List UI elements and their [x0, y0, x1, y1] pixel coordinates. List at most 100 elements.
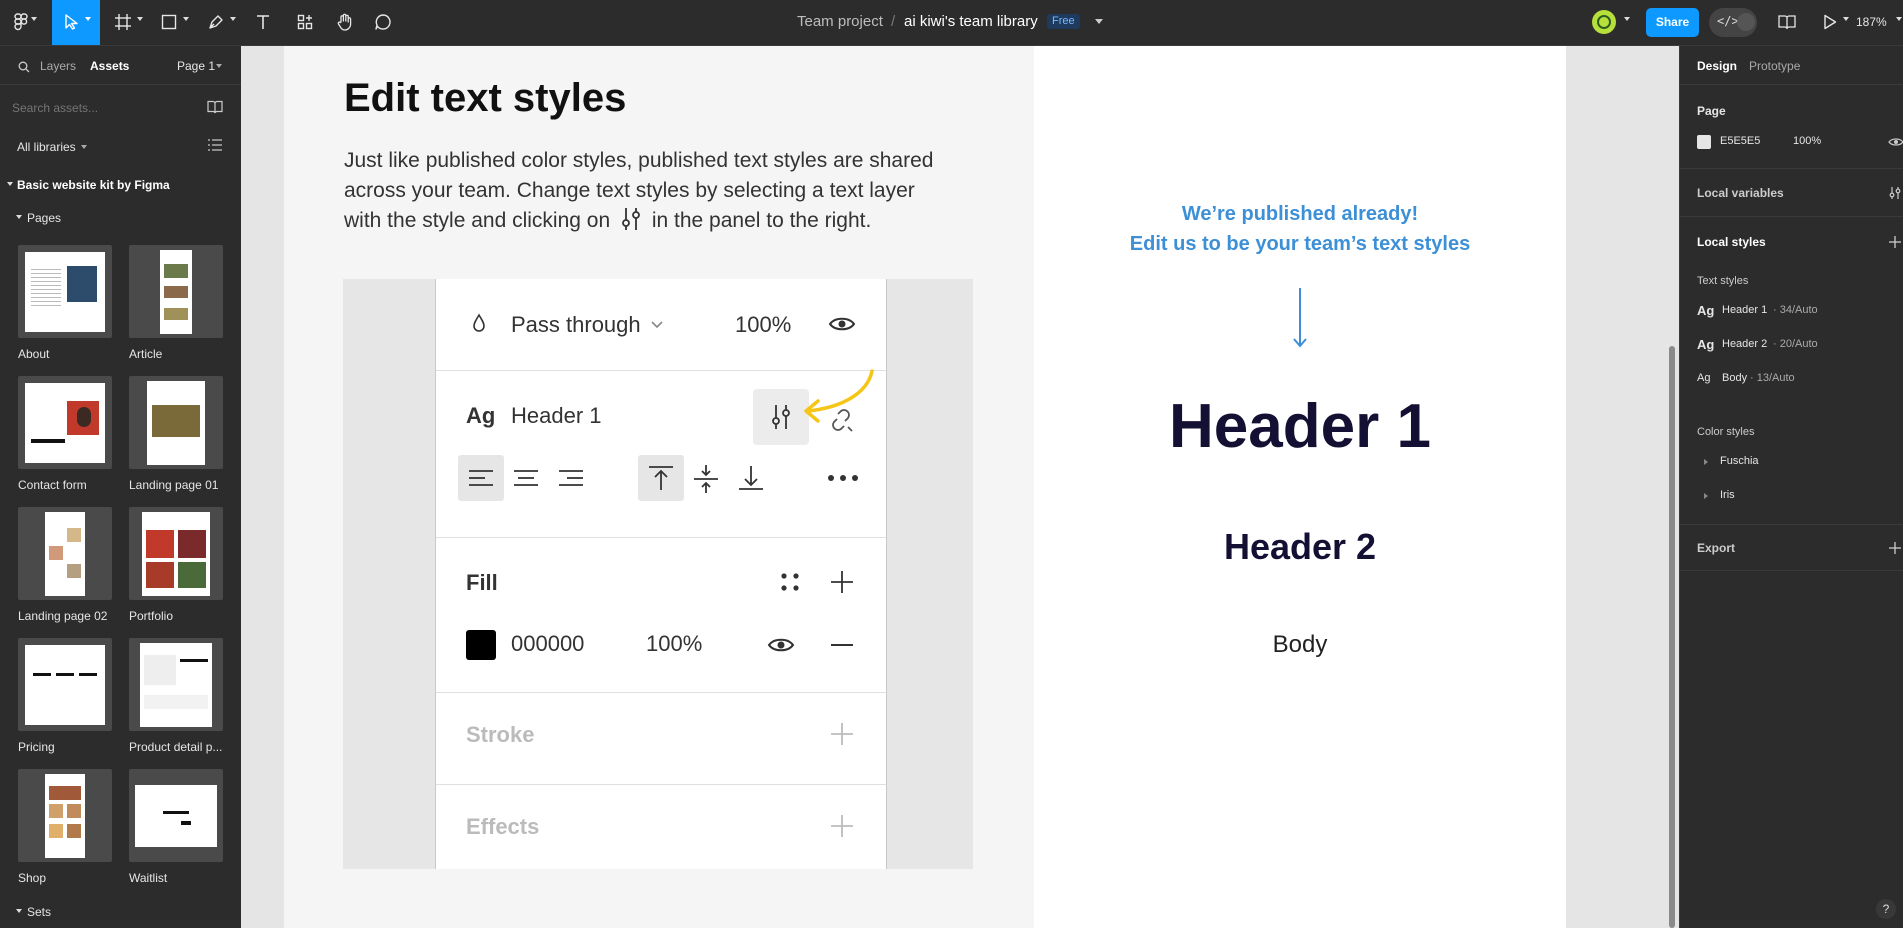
variables-icon[interactable] [1889, 186, 1901, 200]
chevron-down-icon[interactable] [85, 17, 91, 21]
sample-body: Body [1272, 631, 1328, 658]
align-top-icon [649, 466, 673, 490]
move-tool-button[interactable] [52, 0, 100, 45]
chevron-right-icon[interactable] [1704, 493, 1708, 499]
frame-title: Edit text styles [344, 76, 627, 120]
frame-right[interactable] [1034, 46, 1566, 928]
text-tool-icon[interactable] [248, 8, 278, 36]
library-book-icon[interactable] [207, 100, 223, 114]
page-thumbnail-shop[interactable] [18, 769, 112, 862]
library-name[interactable]: Basic website kit by Figma [17, 178, 170, 192]
present-play-icon[interactable] [1815, 8, 1845, 36]
avatar[interactable] [1592, 10, 1616, 34]
page-thumbnail-about[interactable] [18, 245, 112, 338]
page-label: Article [129, 347, 163, 361]
comment-icon[interactable] [368, 8, 398, 36]
page-thumbnail-waitlist[interactable] [129, 769, 223, 862]
search-assets-input[interactable] [12, 98, 192, 118]
chevron-down-icon[interactable] [1896, 17, 1902, 21]
eye-icon[interactable] [1888, 137, 1903, 147]
export-heading[interactable]: Export [1697, 541, 1735, 555]
chevron-down-icon[interactable] [31, 17, 37, 21]
dev-mode-toggle[interactable]: </> [1709, 8, 1757, 37]
edit-style-icon [622, 208, 640, 230]
page-thumbnail-pricing[interactable] [18, 638, 112, 731]
file-menu-chevron-icon[interactable] [1095, 19, 1103, 24]
chevron-down-icon [651, 321, 663, 329]
sets-heading[interactable]: Sets [27, 905, 51, 919]
align-left-icon [469, 470, 493, 486]
published-line: We’re published already! [1181, 203, 1419, 225]
page-thumbnail-landing-page-01[interactable] [129, 376, 223, 469]
frame-tool-icon[interactable] [108, 8, 138, 36]
add-fill-icon [831, 571, 853, 593]
pages-heading[interactable]: Pages [27, 211, 61, 225]
left-panel: Layers Assets Page 1 All libraries Basic… [0, 46, 242, 928]
chevron-down-icon[interactable] [81, 145, 87, 149]
layer-opacity: 100% [735, 312, 792, 337]
tab-assets[interactable]: Assets [90, 59, 129, 73]
drop-icon [473, 313, 485, 332]
all-libraries-filter[interactable]: All libraries [17, 140, 76, 154]
chevron-down-icon[interactable] [216, 64, 222, 68]
page-thumbnail-contact-form[interactable] [18, 376, 112, 469]
text-style-name: Body [1722, 372, 1748, 384]
breadcrumb-separator: / [891, 13, 896, 30]
page-color-swatch[interactable] [1697, 135, 1711, 149]
tab-design[interactable]: Design [1697, 59, 1737, 73]
canvas-scrollbar[interactable] [1669, 346, 1675, 928]
chevron-down-icon[interactable] [16, 215, 22, 219]
chevron-right-icon[interactable] [1704, 459, 1708, 465]
page-thumbnail-landing-page-02[interactable] [18, 507, 112, 600]
pen-tool-icon[interactable] [201, 8, 231, 36]
cursor-icon [65, 14, 78, 30]
zoom-level[interactable]: 187% [1856, 15, 1887, 29]
color-style-group[interactable]: Fuschia [1720, 455, 1759, 467]
figma-menu-icon[interactable] [6, 8, 36, 36]
rectangle-tool-icon[interactable] [154, 8, 184, 36]
stroke-heading: Stroke [466, 722, 535, 747]
list-view-icon[interactable] [208, 139, 222, 151]
add-export-icon[interactable] [1889, 542, 1901, 554]
help-button[interactable]: ? [1876, 899, 1896, 919]
canvas[interactable]: Edit text styles Just like published col… [241, 46, 1679, 928]
page-label: About [18, 347, 50, 361]
text-style-ag: Ag [1697, 303, 1715, 318]
hand-tool-icon[interactable] [330, 8, 360, 36]
chevron-down-icon[interactable] [183, 17, 189, 21]
align-top-button [638, 455, 684, 501]
chevron-down-icon[interactable] [7, 182, 13, 186]
page-opacity-value[interactable]: 100% [1793, 135, 1821, 147]
fill-opacity: 100% [646, 631, 703, 656]
add-effect-icon [831, 815, 853, 837]
page-selector[interactable]: Page 1 [177, 59, 215, 73]
align-bottom-icon [739, 466, 763, 490]
chevron-down-icon[interactable] [16, 909, 22, 913]
page-color-value[interactable]: E5E5E5 [1720, 135, 1760, 147]
text-style-meta: · 20/Auto [1773, 338, 1818, 350]
page-thumbnail-portfolio[interactable] [129, 507, 223, 600]
description-line: across your team. Change text styles by … [344, 179, 915, 202]
styles-grid-icon [781, 573, 799, 591]
text-style-ag: Ag [466, 403, 496, 428]
color-style-group[interactable]: Iris [1720, 489, 1735, 501]
add-style-icon[interactable] [1889, 236, 1901, 248]
share-button[interactable]: Share [1646, 8, 1699, 37]
breadcrumb-team[interactable]: Team project [797, 13, 883, 30]
chevron-down-icon[interactable] [1843, 17, 1849, 21]
chevron-down-icon[interactable] [230, 17, 236, 21]
down-arrow-icon [1293, 288, 1307, 348]
chevron-down-icon[interactable] [1624, 17, 1630, 21]
page-thumbnail-article[interactable] [129, 245, 223, 338]
library-book-icon[interactable] [1772, 8, 1802, 36]
local-variables[interactable]: Local variables [1697, 186, 1784, 200]
resources-icon[interactable] [290, 8, 320, 36]
published-line: Edit us to be your team’s text styles [1129, 233, 1471, 255]
align-left-button [458, 455, 504, 501]
tab-layers[interactable]: Layers [40, 59, 76, 73]
page-thumbnail-product-detail[interactable] [129, 638, 223, 731]
chevron-down-icon[interactable] [137, 17, 143, 21]
file-name[interactable]: ai kiwi's team library [904, 13, 1038, 30]
page-label: Landing page 02 [18, 609, 108, 623]
tab-prototype[interactable]: Prototype [1749, 59, 1800, 73]
